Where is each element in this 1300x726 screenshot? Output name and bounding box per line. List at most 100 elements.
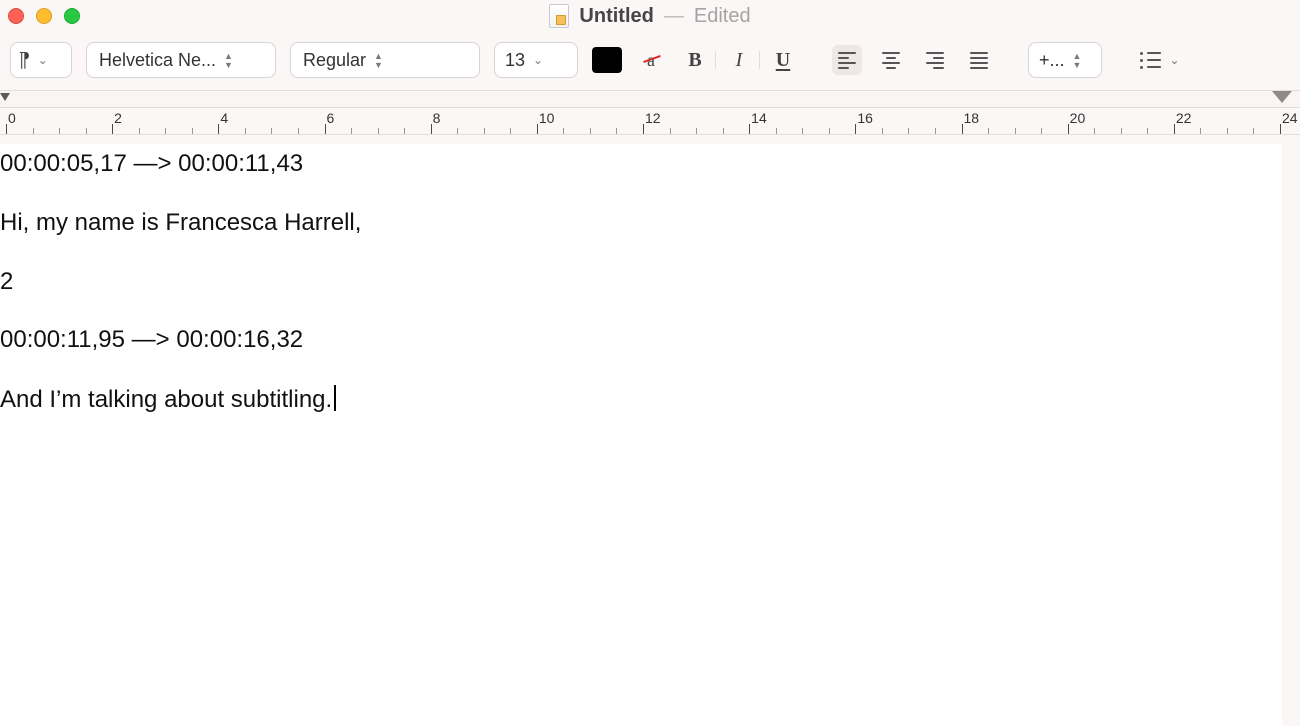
ruler-tick-major <box>431 124 432 134</box>
ruler-tick-major <box>855 124 856 134</box>
ruler-tick-minor <box>33 128 34 134</box>
ruler-tick-minor <box>1147 128 1148 134</box>
ruler-tick-major <box>1174 124 1175 134</box>
ruler-tick-minor <box>988 128 989 134</box>
underline-icon: U <box>776 49 790 72</box>
minimize-window-button[interactable] <box>36 8 52 24</box>
text-caret <box>334 385 336 411</box>
highlight-color-button[interactable]: a <box>636 45 666 75</box>
ruler-tick-minor <box>590 128 591 134</box>
stepper-icon: ▲▼ <box>374 52 383 69</box>
text-line[interactable]: 2 <box>0 268 1299 297</box>
stepper-icon: ▲▼ <box>1073 52 1082 69</box>
ruler-tick-label: 10 <box>539 110 555 126</box>
line-spacing-label: +... <box>1039 50 1065 71</box>
list-style-picker[interactable]: ⌄ <box>1136 45 1184 75</box>
ruler-tick-label: 22 <box>1176 110 1192 126</box>
ruler-tick-minor <box>351 128 352 134</box>
chevron-down-icon: ⌄ <box>1169 53 1179 67</box>
close-window-button[interactable] <box>8 8 24 24</box>
align-center-button[interactable] <box>876 45 906 75</box>
align-left-button[interactable] <box>832 45 862 75</box>
ruler-tick-label: 2 <box>114 110 122 126</box>
underline-button[interactable]: U <box>768 45 798 75</box>
text-line[interactable]: 00:00:11,95 —> 00:00:16,32 <box>0 326 1299 355</box>
ruler-tick-label: 24 <box>1282 110 1298 126</box>
align-justify-button[interactable] <box>964 45 994 75</box>
ruler-tick-major <box>962 124 963 134</box>
font-family-label: Helvetica Ne... <box>99 50 216 71</box>
ruler-tick-minor <box>457 128 458 134</box>
bold-button[interactable]: B <box>680 45 710 75</box>
tab-stop-marker[interactable] <box>0 93 10 101</box>
align-right-button[interactable] <box>920 45 950 75</box>
ruler-tick-minor <box>298 128 299 134</box>
font-style-picker[interactable]: Regular ▲▼ <box>290 42 480 78</box>
chevron-down-icon: ⌄ <box>533 53 543 67</box>
ruler-tick-major <box>325 124 326 134</box>
ruler-tick-minor <box>829 128 830 134</box>
ruler-tick-major <box>112 124 113 134</box>
ruler-tick-major <box>643 124 644 134</box>
paragraph-style-picker[interactable]: ¶ ⌄ <box>10 42 72 78</box>
text-line[interactable]: 00:00:05,17 —> 00:00:11,43 <box>0 150 1299 179</box>
document-status: Edited <box>694 5 751 28</box>
ruler-tick-minor <box>908 128 909 134</box>
font-size-picker[interactable]: 13 ⌄ <box>494 42 578 78</box>
zoom-window-button[interactable] <box>64 8 80 24</box>
ruler-tick-label: 6 <box>327 110 335 126</box>
ruler-tick-minor <box>1015 128 1016 134</box>
titlebar: Untitled — Edited <box>0 0 1300 34</box>
bullet-list-icon <box>1140 52 1161 69</box>
ruler-tick-minor <box>802 128 803 134</box>
text-line[interactable]: Hi, my name is Francesca Harrell, <box>0 209 1299 238</box>
align-justify-icon <box>970 52 988 69</box>
ruler-tick-minor <box>510 128 511 134</box>
ruler-tick-label: 20 <box>1070 110 1086 126</box>
ruler-tick-minor <box>484 128 485 134</box>
italic-button[interactable]: I <box>724 45 754 75</box>
ruler-tick-label: 14 <box>751 110 767 126</box>
ruler-tick-minor <box>1200 128 1201 134</box>
line-spacing-picker[interactable]: +... ▲▼ <box>1028 42 1102 78</box>
ruler-tick-major <box>537 124 538 134</box>
ruler-tick-label: 0 <box>8 110 16 126</box>
tab-stop-strip[interactable] <box>0 91 1300 108</box>
ruler-tick-major <box>218 124 219 134</box>
ruler-tick-minor <box>616 128 617 134</box>
font-family-picker[interactable]: Helvetica Ne... ▲▼ <box>86 42 276 78</box>
align-right-icon <box>926 52 944 69</box>
ruler-tick-minor <box>670 128 671 134</box>
ruler-tick-minor <box>404 128 405 134</box>
ruler-tick-minor <box>1041 128 1042 134</box>
ruler-tick-minor <box>776 128 777 134</box>
text-line[interactable]: And I’m talking about subtitling. <box>0 385 1299 415</box>
ruler-tick-minor <box>1253 128 1254 134</box>
ruler-tick-major <box>749 124 750 134</box>
toolbar: ¶ ⌄ Helvetica Ne... ▲▼ Regular ▲▼ 13 ⌄ a… <box>0 34 1300 91</box>
window-title: Untitled — Edited <box>0 4 1300 28</box>
title-separator: — <box>664 5 684 28</box>
ruler-tick-major <box>6 124 7 134</box>
ruler-tick-minor <box>271 128 272 134</box>
ruler-collapse-chevron-icon[interactable] <box>1272 91 1292 103</box>
stepper-icon: ▲▼ <box>224 52 233 69</box>
ruler-tick-minor <box>59 128 60 134</box>
ruler-tick-minor <box>882 128 883 134</box>
window-controls <box>8 8 80 24</box>
document-content[interactable]: 00:00:05,17 —> 00:00:11,43 Hi, my name i… <box>0 144 1299 415</box>
document-area[interactable]: 00:00:05,17 —> 00:00:11,43 Hi, my name i… <box>0 144 1300 726</box>
pilcrow-icon: ¶ <box>19 49 30 72</box>
text-color-swatch[interactable] <box>592 47 622 73</box>
ruler-tick-minor <box>192 128 193 134</box>
document-name: Untitled <box>579 5 653 28</box>
ruler[interactable]: 024681012141618202224 <box>0 108 1300 135</box>
ruler-tick-minor <box>86 128 87 134</box>
highlight-a-icon: a <box>647 50 655 71</box>
ruler-tick-minor <box>563 128 564 134</box>
ruler-tick-minor <box>723 128 724 134</box>
ruler-tick-label: 12 <box>645 110 661 126</box>
ruler-tick-minor <box>935 128 936 134</box>
right-gutter <box>1282 144 1300 726</box>
ruler-tick-minor <box>1227 128 1228 134</box>
